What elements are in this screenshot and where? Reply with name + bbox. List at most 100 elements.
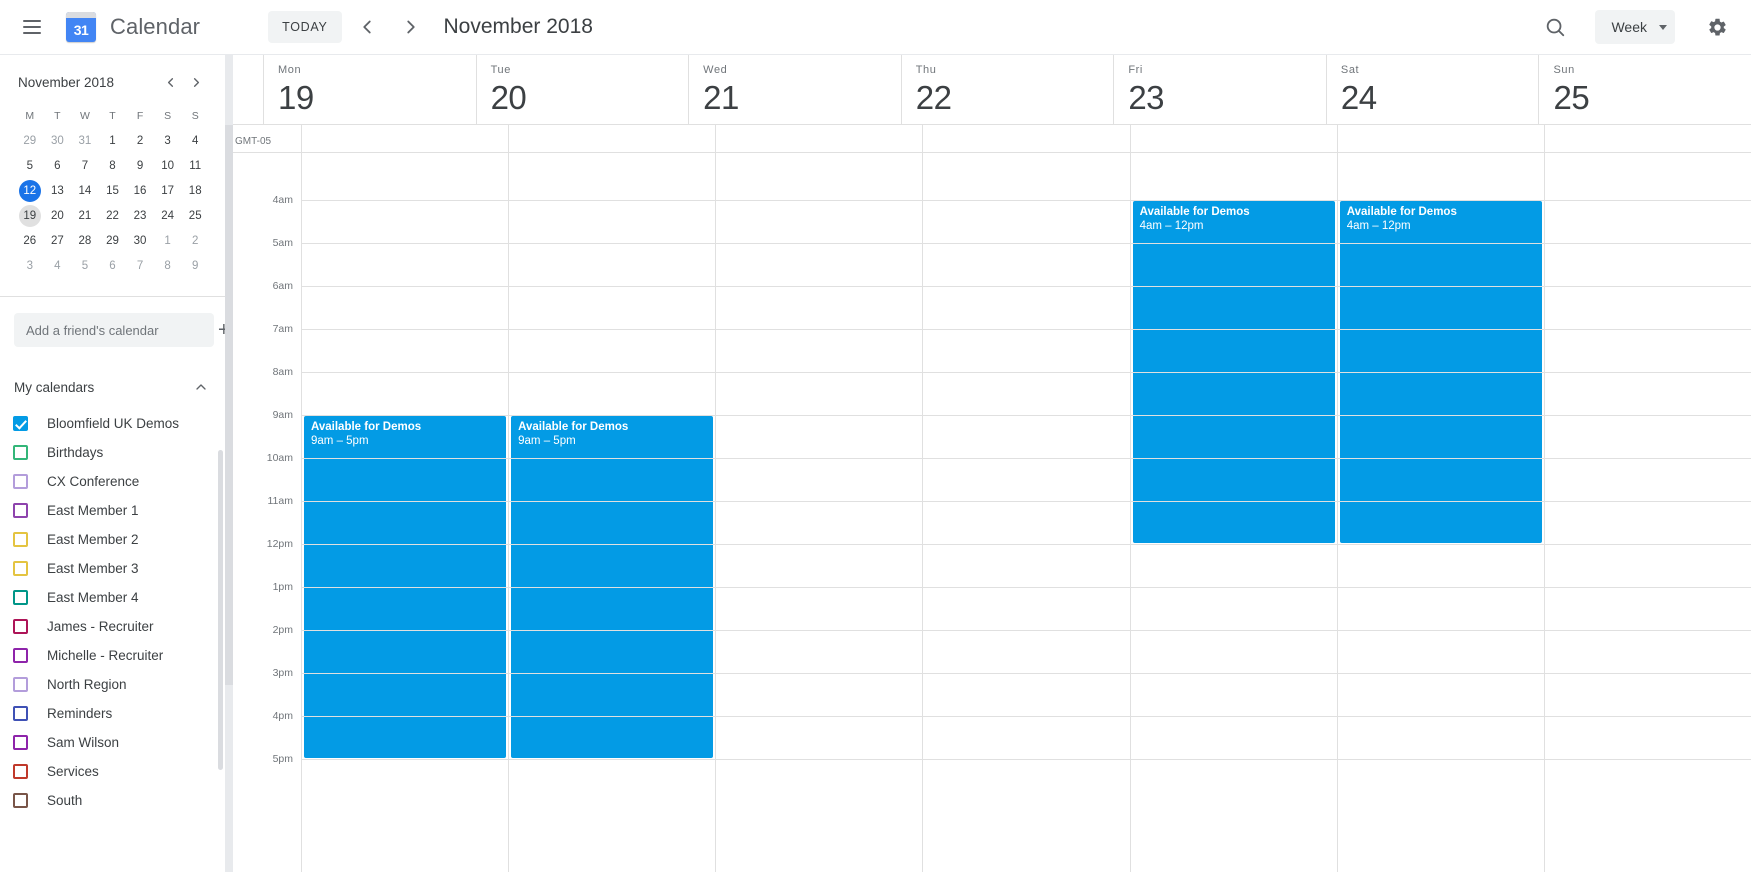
chevron-left-icon[interactable] xyxy=(348,8,386,46)
calendar-list-item[interactable]: James - Recruiter xyxy=(0,612,225,641)
today-button[interactable]: TODAY xyxy=(268,11,342,43)
mini-calendar-day[interactable]: 8 xyxy=(154,253,182,278)
calendar-list-item[interactable]: Birthdays xyxy=(0,438,225,467)
calendar-logo-icon[interactable]: 31 xyxy=(66,12,96,42)
mini-calendar-day[interactable]: 5 xyxy=(16,153,44,178)
calendar-checkbox[interactable] xyxy=(13,793,28,808)
day-header-cell[interactable]: Sun 25 xyxy=(1538,55,1751,124)
all-day-cell[interactable] xyxy=(1543,125,1751,152)
mini-calendar-day[interactable]: 8 xyxy=(99,153,127,178)
my-calendars-header[interactable]: My calendars xyxy=(0,369,225,405)
mini-calendar-day[interactable]: 7 xyxy=(71,153,99,178)
all-day-cell[interactable] xyxy=(1336,125,1544,152)
mini-calendar-day[interactable]: 30 xyxy=(126,228,154,253)
calendar-list-item[interactable]: East Member 1 xyxy=(0,496,225,525)
mini-calendar-day[interactable]: 15 xyxy=(99,178,127,203)
chevron-right-icon[interactable] xyxy=(392,8,430,46)
day-header-cell[interactable]: Thu 22 xyxy=(900,55,1114,124)
calendar-checkbox[interactable] xyxy=(13,619,28,634)
mini-calendar-day[interactable]: 12 xyxy=(16,178,44,203)
mini-calendar-day[interactable]: 17 xyxy=(154,178,182,203)
calendar-checkbox[interactable] xyxy=(13,706,28,721)
plus-icon[interactable]: + xyxy=(218,313,225,347)
calendar-checkbox[interactable] xyxy=(13,764,28,779)
mini-calendar-day[interactable]: 9 xyxy=(126,153,154,178)
day-column[interactable]: Available for Demos 4am – 12pm xyxy=(1129,153,1337,872)
calendar-checkbox[interactable] xyxy=(13,561,28,576)
all-day-cell[interactable] xyxy=(508,125,715,152)
mini-calendar-day[interactable]: 2 xyxy=(181,228,209,253)
all-day-cell[interactable] xyxy=(922,125,1129,152)
mini-calendar-day[interactable]: 6 xyxy=(99,253,127,278)
calendar-checkbox[interactable] xyxy=(13,503,28,518)
day-header-cell[interactable]: Mon 19 xyxy=(263,55,476,124)
calendar-checkbox[interactable] xyxy=(13,735,28,750)
calendar-list-item[interactable]: North Region xyxy=(0,670,225,699)
mini-calendar-day[interactable]: 5 xyxy=(71,253,99,278)
day-column[interactable] xyxy=(715,153,922,872)
mini-calendar-day[interactable]: 29 xyxy=(99,228,127,253)
calendar-scrollbar-thumb[interactable] xyxy=(225,125,233,685)
calendar-checkbox[interactable] xyxy=(13,445,28,460)
mini-calendar-day[interactable]: 20 xyxy=(44,203,72,228)
calendar-list-item[interactable]: Michelle - Recruiter xyxy=(0,641,225,670)
mini-calendar-day[interactable]: 3 xyxy=(154,128,182,153)
mini-calendar-day[interactable]: 21 xyxy=(71,203,99,228)
mini-calendar-day[interactable]: 14 xyxy=(71,178,99,203)
mini-calendar-day[interactable]: 4 xyxy=(44,253,72,278)
view-mode-select[interactable]: Week xyxy=(1595,10,1675,44)
mini-calendar-day[interactable]: 23 xyxy=(126,203,154,228)
day-header-number[interactable]: 20 xyxy=(491,77,689,119)
mini-calendar-day[interactable]: 25 xyxy=(181,203,209,228)
day-header-number[interactable]: 25 xyxy=(1553,77,1751,119)
mini-calendar-day[interactable]: 13 xyxy=(44,178,72,203)
all-day-cell[interactable] xyxy=(715,125,922,152)
mini-calendar-day[interactable]: 16 xyxy=(126,178,154,203)
day-header-number[interactable]: 23 xyxy=(1128,77,1326,119)
search-icon[interactable] xyxy=(1533,5,1577,49)
sidebar-scrollbar[interactable] xyxy=(218,450,223,770)
mini-calendar-day[interactable]: 28 xyxy=(71,228,99,253)
calendar-list-item[interactable]: East Member 3 xyxy=(0,554,225,583)
calendar-list-item[interactable]: CX Conference xyxy=(0,467,225,496)
day-column[interactable] xyxy=(922,153,1129,872)
calendar-list-item[interactable]: Bloomfield UK Demos xyxy=(0,409,225,438)
calendar-list-item[interactable]: East Member 4 xyxy=(0,583,225,612)
day-header-cell[interactable]: Tue 20 xyxy=(475,55,689,124)
calendar-list-item[interactable]: Sam Wilson xyxy=(0,728,225,757)
mini-calendar-day[interactable]: 24 xyxy=(154,203,182,228)
mini-calendar-day[interactable]: 26 xyxy=(16,228,44,253)
calendar-checkbox[interactable] xyxy=(13,416,28,431)
day-header-cell[interactable]: Fri 23 xyxy=(1113,55,1326,124)
mini-calendar-day[interactable]: 7 xyxy=(126,253,154,278)
mini-calendar-day[interactable]: 31 xyxy=(71,128,99,153)
calendar-list-item[interactable]: South xyxy=(0,786,225,815)
mini-calendar-day[interactable]: 27 xyxy=(44,228,72,253)
all-day-cell[interactable] xyxy=(301,125,508,152)
mini-calendar-day[interactable]: 18 xyxy=(181,178,209,203)
mini-calendar-day[interactable]: 2 xyxy=(126,128,154,153)
day-header-number[interactable]: 24 xyxy=(1341,77,1539,119)
mini-calendar-day[interactable]: 10 xyxy=(154,153,182,178)
day-header-number[interactable]: 21 xyxy=(703,77,901,119)
day-column[interactable]: Available for Demos 9am – 5pm xyxy=(301,153,508,872)
mini-calendar-day[interactable]: 4 xyxy=(181,128,209,153)
mini-calendar-day[interactable]: 3 xyxy=(16,253,44,278)
mini-calendar-day[interactable]: 9 xyxy=(181,253,209,278)
calendar-list-item[interactable]: Reminders xyxy=(0,699,225,728)
calendar-checkbox[interactable] xyxy=(13,648,28,663)
add-friend-calendar-input[interactable] xyxy=(14,313,214,347)
mini-calendar-day[interactable]: 6 xyxy=(44,153,72,178)
chevron-up-icon[interactable] xyxy=(193,379,209,395)
calendar-list-item[interactable]: East Member 2 xyxy=(0,525,225,554)
day-column[interactable] xyxy=(1543,153,1751,872)
day-header-number[interactable]: 19 xyxy=(278,77,476,119)
gear-icon[interactable] xyxy=(1697,7,1737,47)
calendar-list-item[interactable]: Services xyxy=(0,757,225,786)
mini-calendar-day[interactable]: 19 xyxy=(16,203,44,228)
day-header-cell[interactable]: Wed 21 xyxy=(688,55,901,124)
mini-calendar-day[interactable]: 29 xyxy=(16,128,44,153)
day-column[interactable]: Available for Demos 4am – 12pm xyxy=(1336,153,1544,872)
mini-calendar-next-icon[interactable] xyxy=(183,69,209,95)
day-column[interactable]: Available for Demos 9am – 5pm xyxy=(508,153,715,872)
